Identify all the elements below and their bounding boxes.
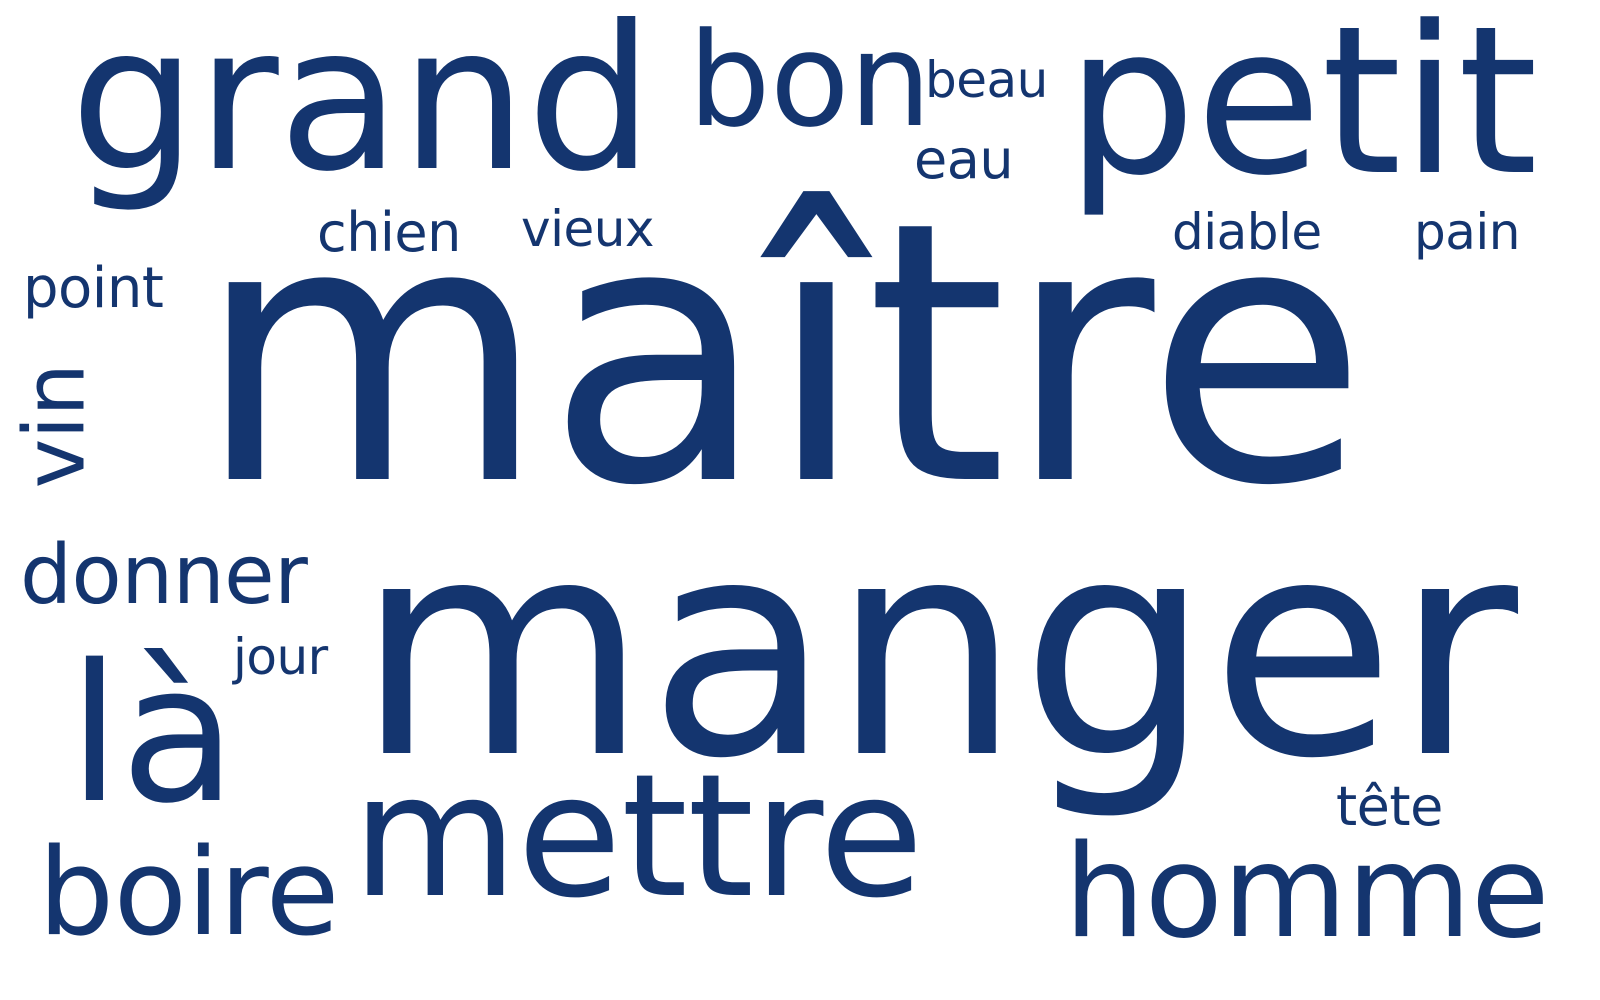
word-bon: bon — [688, 4, 931, 156]
word-mettre: mettre — [352, 738, 924, 936]
word-pain: pain — [1414, 203, 1520, 261]
word-petit: petit — [1066, 0, 1538, 221]
word-vin: vin — [5, 363, 104, 489]
word-chien: chien — [317, 201, 461, 264]
word-diable: diable — [1172, 203, 1322, 261]
word-donner: donner — [20, 528, 308, 623]
word-cloud: maître manger grand petit bon beau eau c… — [0, 0, 1600, 1000]
word-la: là — [68, 624, 237, 845]
word-tete: tête — [1336, 775, 1443, 838]
word-point: point — [23, 256, 164, 321]
word-eau: eau — [914, 128, 1014, 191]
word-beau: beau — [925, 51, 1048, 109]
word-boire: boire — [38, 824, 339, 963]
word-grand: grand — [70, 0, 653, 216]
word-vieux: vieux — [521, 200, 655, 258]
word-homme: homme — [1064, 818, 1550, 967]
word-jour: jour — [233, 628, 328, 686]
